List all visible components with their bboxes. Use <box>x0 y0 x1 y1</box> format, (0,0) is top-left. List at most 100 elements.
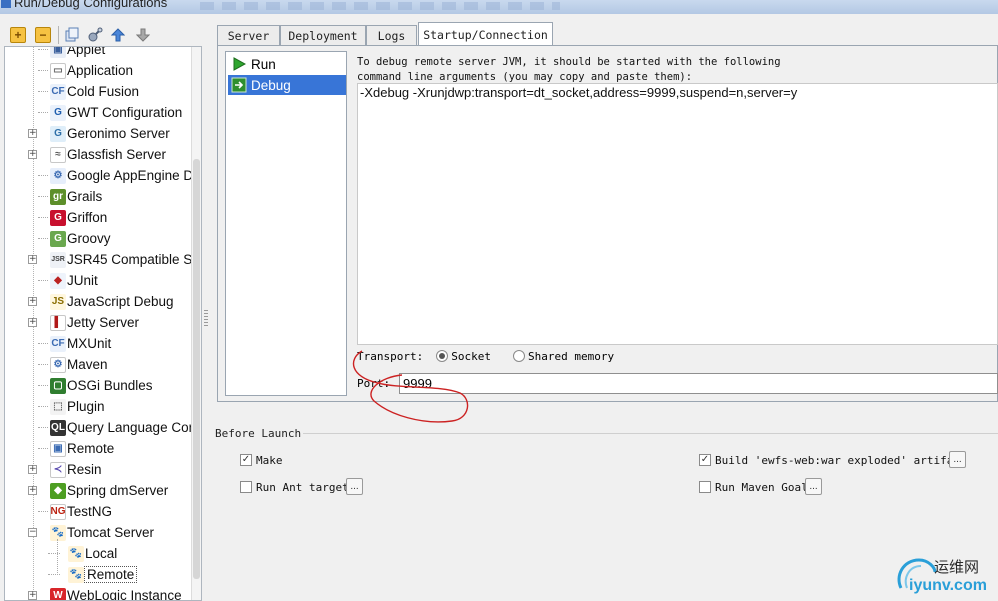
tree-item-google-appengine-d[interactable]: ⚙ Google AppEngine D <box>5 165 193 186</box>
splitter-handle[interactable] <box>204 310 208 326</box>
build-artifact-checkbox[interactable]: ✓ <box>699 454 711 466</box>
app-icon <box>1 0 11 8</box>
arrow-down-icon[interactable] <box>135 27 151 43</box>
plugin-icon: ⬚ <box>50 398 66 415</box>
glassfish-icon: ≈ <box>50 146 66 163</box>
edit-defaults-icon[interactable] <box>87 27 103 43</box>
groovy-icon: G <box>50 230 66 247</box>
expand-icon[interactable]: + <box>28 591 37 600</box>
tab-startup-connection[interactable]: Startup/Connection <box>418 22 553 46</box>
instructions-line-2: command line arguments (you may copy and… <box>357 71 693 83</box>
minus-icon[interactable]: − <box>35 27 51 43</box>
tree-item-label: Remote <box>83 566 138 583</box>
plus-icon[interactable]: + <box>10 27 26 43</box>
tree-item-tomcat-server[interactable]: − 🐾 Tomcat Server <box>5 522 191 543</box>
tab-server[interactable]: Server <box>217 25 280 46</box>
tab-logs[interactable]: Logs <box>366 25 417 46</box>
run-ant-target-checkbox[interactable] <box>240 481 252 493</box>
expand-icon[interactable]: + <box>28 318 37 327</box>
make-checkbox[interactable]: ✓ <box>240 454 252 466</box>
tree-item-jsr45-compatible-se[interactable]: + JSR JSR45 Compatible Se <box>5 249 200 270</box>
tree-item-application[interactable]: ▭ Application <box>5 60 191 81</box>
jvm-arguments-textarea[interactable]: -Xdebug -Xrunjdwp:transport=dt_socket,ad… <box>357 83 998 345</box>
tree-item-junit[interactable]: ◆ JUnit <box>5 270 191 291</box>
run-maven-goal-label[interactable]: Run Maven Goal <box>715 481 808 494</box>
tab-deployment[interactable]: Deployment <box>280 25 366 46</box>
expand-icon[interactable]: + <box>28 255 37 264</box>
run-maven-goal-checkbox[interactable] <box>699 481 711 493</box>
tree-item-plugin[interactable]: ⬚ Plugin <box>5 396 191 417</box>
port-input[interactable]: 9999 <box>399 373 998 394</box>
tree-connector <box>48 574 60 575</box>
mxunit-icon: CF <box>50 335 66 352</box>
ant-target-browse-button[interactable]: ... <box>346 478 363 495</box>
tree-connector <box>38 238 48 239</box>
socket-radio-label[interactable]: Socket <box>451 350 491 363</box>
tree-item-label: WebLogic Instance <box>67 588 182 601</box>
tree-item-groovy[interactable]: G Groovy <box>5 228 191 249</box>
expand-icon[interactable]: + <box>28 150 37 159</box>
tree-item-osgi-bundles[interactable]: ▢ OSGi Bundles <box>5 375 191 396</box>
tree-item-label: GWT Configuration <box>67 105 183 120</box>
tree-item-label: MXUnit <box>67 336 112 351</box>
tree-item-applet[interactable]: ▣ Applet <box>5 46 191 60</box>
tree-item-griffon[interactable]: G Griffon <box>5 207 191 228</box>
junit-icon: ◆ <box>50 272 66 289</box>
geronimo-icon: G <box>50 125 66 142</box>
tree-child-guide <box>57 539 58 575</box>
tree-item-jetty-server[interactable]: + ▌ Jetty Server <box>5 312 191 333</box>
weblogic-icon: W <box>50 587 66 600</box>
tree-item-query-language-con[interactable]: QL Query Language Con <box>5 417 196 438</box>
expand-icon[interactable]: + <box>28 129 37 138</box>
tree-item-resin[interactable]: + ≺ Resin <box>5 459 191 480</box>
tree-item-geronimo-server[interactable]: + G Geronimo Server <box>5 123 191 144</box>
tree-item-remote[interactable]: 🐾 Remote <box>5 564 191 585</box>
shared-memory-radio-label[interactable]: Shared memory <box>528 350 614 363</box>
tree-item-remote[interactable]: ▣ Remote <box>5 438 191 459</box>
tree-item-label: Local <box>85 546 118 561</box>
tree-item-spring-dmserver[interactable]: + ◆ Spring dmServer <box>5 480 191 501</box>
tree-item-glassfish-server[interactable]: + ≈ Glassfish Server <box>5 144 191 165</box>
griffon-icon: G <box>50 209 66 226</box>
tree-scrollbar[interactable] <box>191 47 201 600</box>
run-ant-target-label[interactable]: Run Ant target <box>256 481 349 494</box>
tree-item-weblogic-instance[interactable]: + W WebLogic Instance <box>5 585 191 601</box>
mode-list[interactable]: Run Debug <box>225 51 347 396</box>
collapse-icon[interactable]: − <box>28 528 37 537</box>
application-icon: ▭ <box>50 62 66 79</box>
tree-item-label: TestNG <box>67 504 113 519</box>
expand-icon[interactable]: + <box>28 486 37 495</box>
tree-item-label: OSGi Bundles <box>67 378 153 393</box>
spring-dm-icon: ◆ <box>50 482 66 499</box>
tree-connector <box>38 448 48 449</box>
tree-item-grails[interactable]: gr Grails <box>5 186 191 207</box>
artifact-browse-button[interactable]: ... <box>949 451 966 468</box>
tree-item-local[interactable]: 🐾 Local <box>5 543 191 564</box>
copy-configuration-icon[interactable] <box>64 27 80 43</box>
arrow-up-icon[interactable] <box>110 27 126 43</box>
tree-item-testng[interactable]: NG TestNG <box>5 501 191 522</box>
build-artifact-label[interactable]: Build 'ewfs-web:war exploded' artifact <box>715 454 967 467</box>
mode-run[interactable]: Run <box>228 54 346 74</box>
tree-item-maven[interactable]: ⚙ Maven <box>5 354 191 375</box>
tree-connector <box>38 112 48 113</box>
shared-memory-radio[interactable] <box>512 350 525 362</box>
mode-debug[interactable]: Debug <box>228 75 346 95</box>
tree-item-cold-fusion[interactable]: CF Cold Fusion <box>5 81 191 102</box>
tree-item-label: Application <box>67 63 134 78</box>
tree-item-label: Applet <box>67 46 106 57</box>
configuration-tree[interactable]: ▣ Applet ▭ Application CF Cold Fusion G GWT Con… <box>4 46 202 601</box>
expand-icon[interactable]: + <box>28 297 37 306</box>
socket-radio[interactable] <box>436 350 449 362</box>
tree-item-javascript-debug[interactable]: + JS JavaScript Debug <box>5 291 191 312</box>
tree-connector <box>38 280 48 281</box>
make-label[interactable]: Make <box>256 454 283 467</box>
osgi-icon: ▢ <box>50 377 66 394</box>
expand-icon[interactable]: + <box>28 465 37 474</box>
maven-goal-browse-button[interactable]: ... <box>805 478 822 495</box>
tree-item-label: Glassfish Server <box>67 147 167 162</box>
watermark: 运维网 iyunv.com <box>893 552 998 601</box>
tree-item-mxunit[interactable]: CF MXUnit <box>5 333 191 354</box>
tree-item-gwt-configuration[interactable]: G GWT Configuration <box>5 102 191 123</box>
testng-icon: NG <box>50 503 66 520</box>
